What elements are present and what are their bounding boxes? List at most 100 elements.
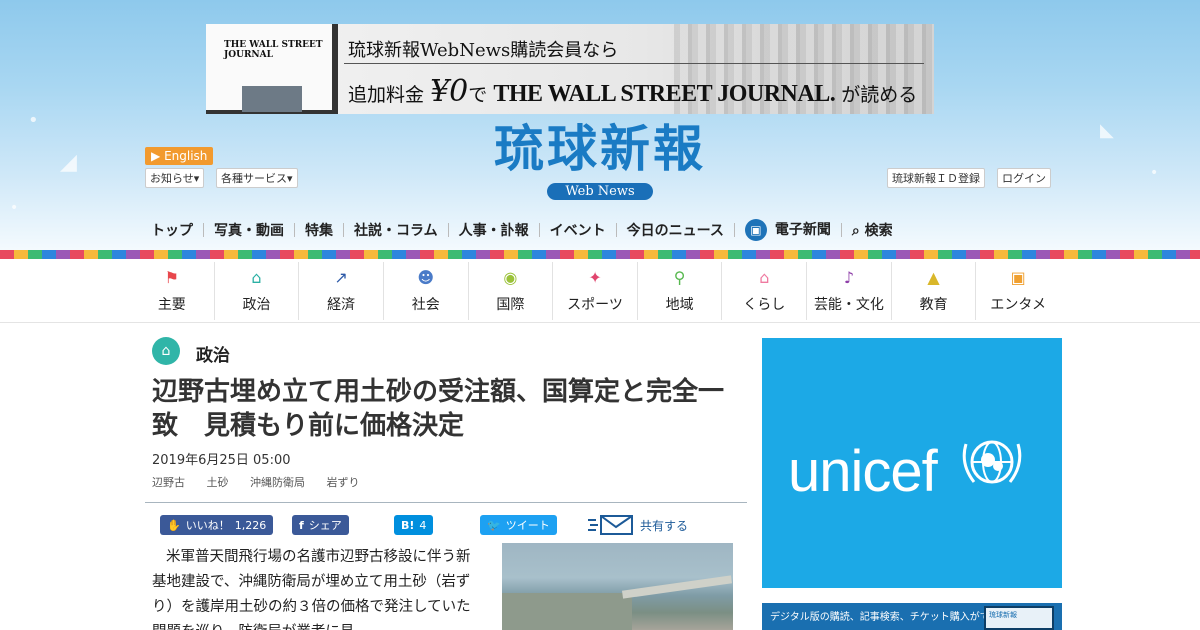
graduation-cap-icon: ▲: [927, 268, 940, 287]
subscribe-ad[interactable]: デジタル版の購読、記事検索、チケット購入ができる 琉球新報: [762, 603, 1062, 630]
category-international[interactable]: ◉ 国際: [469, 262, 554, 320]
nav-item-todays-news[interactable]: 今日のニュース: [617, 220, 734, 240]
category-region[interactable]: ⚲ 地域: [638, 262, 723, 320]
facebook-like-button[interactable]: ✋ いいね！ 1,226: [160, 515, 274, 535]
people-icon: ☻: [417, 268, 435, 287]
category-economy[interactable]: ↗ 経済: [299, 262, 384, 320]
runner-icon: ✦: [588, 268, 602, 287]
article-tags: 辺野古 土砂 沖縄防衛局 岩ずり: [152, 474, 378, 490]
unicef-emblem-icon: [962, 440, 1022, 484]
site-logo[interactable]: 琉球新報 Web News: [440, 118, 760, 200]
nav-item-epaper[interactable]: ▣ 電子新聞: [735, 219, 841, 241]
logo-subtitle: Web News: [547, 183, 653, 200]
article-headline: 辺野古埋め立て用土砂の受注額、国算定と完全一致 見積もり前に価格決定: [152, 377, 725, 441]
category-label: 社会: [411, 297, 440, 313]
fish-decoration-icon: •: [28, 110, 39, 131]
category-label: 政治: [242, 297, 271, 313]
decorative-stripe: [0, 250, 1200, 259]
photo-land: [502, 593, 632, 630]
article-photo[interactable]: [502, 543, 733, 630]
category-living[interactable]: ⌂ くらし: [722, 262, 808, 320]
category-society[interactable]: ☻ 社会: [384, 262, 469, 320]
main-nav: トップ 写真・動画 特集 社説・コラム 人事・訃報 イベント 今日のニュース ▣…: [145, 214, 1055, 246]
share-via-mail-button[interactable]: 共有する: [588, 514, 688, 536]
fish-decoration-icon: ◢: [60, 150, 77, 175]
nav-item-photo-video[interactable]: 写真・動画: [204, 220, 294, 240]
nav-item-editorial[interactable]: 社説・コラム: [344, 220, 448, 240]
category-education[interactable]: ▲ 教育: [892, 262, 977, 320]
banner-brand: THE WALL STREET JOURNAL.: [493, 81, 836, 107]
chevron-down-icon: ▾: [193, 172, 200, 185]
house-icon: ⌂: [759, 268, 770, 287]
parliament-icon: ⌂: [251, 268, 262, 287]
category-nav: ⚑ 主要 ⌂ 政治 ↗ 経済 ☻ 社会 ◉ 国際 ✦ スポーツ ⚲ 地域 ⌂ くらし ♪ 芸能・文…: [130, 262, 1060, 320]
category-label: 主要: [157, 297, 186, 313]
share-label: 共有する: [640, 518, 689, 533]
notice-dropdown[interactable]: お知らせ▾: [145, 168, 205, 188]
category-sports[interactable]: ✦ スポーツ: [553, 262, 638, 320]
banner-rule: [344, 63, 924, 64]
banner-line2: 追加料金 ¥0で THE WALL STREET JOURNAL. が読める: [348, 74, 917, 109]
tag-link[interactable]: 土砂: [207, 476, 229, 489]
services-dropdown[interactable]: 各種サービス▾: [216, 168, 298, 188]
category-label: くらし: [743, 297, 786, 313]
search-label: 検索: [864, 223, 893, 239]
register-button[interactable]: 琉球新報ＩＤ登録: [887, 168, 985, 188]
twitter-bird-icon: 🐦: [487, 518, 501, 532]
thumbs-up-icon: ✋: [167, 518, 181, 532]
tweet-button[interactable]: 🐦 ツイート: [480, 515, 557, 535]
wsj-banner-ad[interactable]: THE WALL STREET JOURNAL 琉球新報WebNews購読会員な…: [206, 24, 934, 114]
chevron-down-icon: ▾: [287, 172, 293, 185]
banner-price: ¥0: [430, 74, 469, 109]
tag-link[interactable]: 沖縄防衛局: [250, 476, 305, 489]
category-label: 経済: [327, 297, 356, 313]
category-label: スポーツ: [567, 297, 623, 313]
unicef-ad[interactable]: unicef: [762, 338, 1062, 588]
flag-icon: ⚑: [164, 268, 179, 287]
monitor-icon: ▣: [744, 219, 767, 241]
nav-item-features[interactable]: 特集: [295, 220, 343, 240]
notice-label: お知らせ: [150, 172, 194, 185]
article-date: 2019年6月25日 05:00: [152, 453, 291, 468]
article-divider: [145, 502, 747, 503]
music-icon: ♪: [843, 268, 855, 287]
category-entertainment[interactable]: ▣ エンタメ: [976, 262, 1060, 320]
nav-item-personnel[interactable]: 人事・訃報: [449, 220, 539, 240]
category-label: エンタメ: [990, 297, 1047, 313]
fish-decoration-icon: •: [1150, 165, 1159, 181]
fish-decoration-icon: ◣: [1100, 120, 1114, 141]
search-icon: ⌕: [851, 223, 860, 239]
tag-link[interactable]: 辺野古: [152, 476, 185, 489]
category-label: 教育: [919, 297, 948, 313]
play-icon: ▶: [151, 149, 161, 163]
facebook-icon: f: [299, 518, 304, 532]
tag-link[interactable]: 岩ずり: [327, 476, 360, 489]
chart-icon: ↗: [334, 268, 348, 287]
logo-text: 琉球新報: [494, 119, 706, 178]
category-culture[interactable]: ♪ 芸能・文化: [807, 262, 892, 320]
nav-item-search[interactable]: ⌕ 検索: [842, 220, 903, 240]
share-label: シェア: [308, 519, 342, 532]
fish-decoration-icon: •: [10, 200, 19, 216]
banner-laptop-image: THE WALL STREET JOURNAL: [206, 24, 338, 114]
category-label: 地域: [665, 297, 694, 313]
services-label: 各種サービス: [221, 172, 287, 185]
section-label[interactable]: 政治: [196, 341, 230, 366]
tv-icon: ▣: [1010, 268, 1026, 287]
like-label: いいね！: [185, 519, 230, 532]
login-button[interactable]: ログイン: [997, 168, 1051, 188]
english-button[interactable]: ▶ English: [145, 147, 214, 165]
nav-item-events[interactable]: イベント: [540, 220, 616, 240]
category-politics[interactable]: ⌂ 政治: [215, 262, 300, 320]
banner-suffix: が読める: [841, 84, 918, 106]
nav-item-top[interactable]: トップ: [145, 220, 203, 240]
facebook-share-button[interactable]: f シェア: [292, 515, 349, 535]
hatena-bookmark-button[interactable]: B! 4: [394, 515, 434, 535]
category-main[interactable]: ⚑ 主要: [130, 262, 215, 320]
banner-de: で: [468, 84, 488, 106]
subscribe-screen-image: 琉球新報: [984, 606, 1054, 630]
subscribe-screen-label: 琉球新報: [989, 611, 1017, 619]
like-count: 1,226: [234, 518, 267, 532]
photo-seawall: [621, 575, 733, 599]
hatena-count: 4: [419, 518, 427, 532]
